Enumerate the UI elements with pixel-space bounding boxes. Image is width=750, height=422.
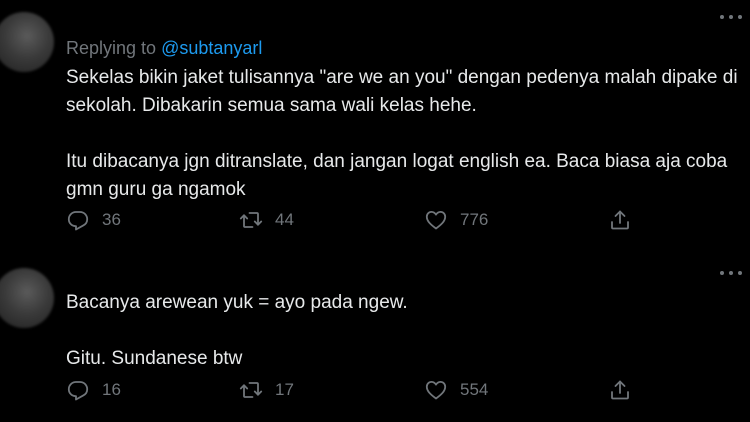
share-icon (608, 208, 632, 232)
tweet[interactable]: Replying to @subtanyarl Sekelas bikin ja… (0, 0, 750, 258)
retweet-button[interactable]: 44 (239, 208, 294, 232)
retweet-icon (239, 208, 263, 232)
tweet-text: Bacanya arewean yuk = ayo pada ngew. Git… (66, 289, 742, 373)
retweet-count: 17 (275, 380, 294, 399)
reply-count: 36 (102, 210, 121, 229)
tweet-paragraph: Itu dibacanya jgn ditranslate, dan janga… (66, 151, 733, 200)
tweet-text: Sekelas bikin jaket tulisannya "are we a… (66, 64, 742, 204)
reply-button[interactable]: 16 (66, 378, 121, 402)
tweet[interactable]: Bacanya arewean yuk = ayo pada ngew. Git… (0, 258, 750, 422)
share-button[interactable] (608, 208, 632, 232)
replying-to-label: Replying to (66, 38, 162, 58)
like-count: 554 (460, 380, 489, 399)
retweet-icon (239, 378, 263, 402)
reply-icon (66, 378, 90, 402)
retweet-button[interactable]: 17 (239, 378, 294, 402)
tweet-paragraph: Gitu. Sundanese btw (66, 348, 243, 369)
tweet-paragraph: Sekelas bikin jaket tulisannya "are we a… (66, 67, 743, 116)
tweet-paragraph: Bacanya arewean yuk = ayo pada ngew. (66, 292, 408, 313)
share-icon (608, 378, 632, 402)
reply-icon (66, 208, 90, 232)
replying-to: Replying to @subtanyarl (66, 38, 262, 59)
reply-button[interactable]: 36 (66, 208, 121, 232)
mention-link[interactable]: @subtanyarl (161, 38, 262, 58)
avatar[interactable] (0, 12, 54, 72)
like-icon (424, 208, 448, 232)
like-count: 776 (460, 210, 489, 229)
retweet-count: 44 (275, 210, 294, 229)
more-icon[interactable] (720, 12, 742, 22)
like-icon (424, 378, 448, 402)
action-bar: 36 44 776 (66, 208, 646, 232)
like-button[interactable]: 554 (424, 378, 488, 402)
like-button[interactable]: 776 (424, 208, 488, 232)
action-bar: 16 17 554 (66, 378, 646, 402)
reply-count: 16 (102, 380, 121, 399)
share-button[interactable] (608, 378, 632, 402)
more-icon[interactable] (720, 268, 742, 278)
avatar[interactable] (0, 268, 54, 328)
